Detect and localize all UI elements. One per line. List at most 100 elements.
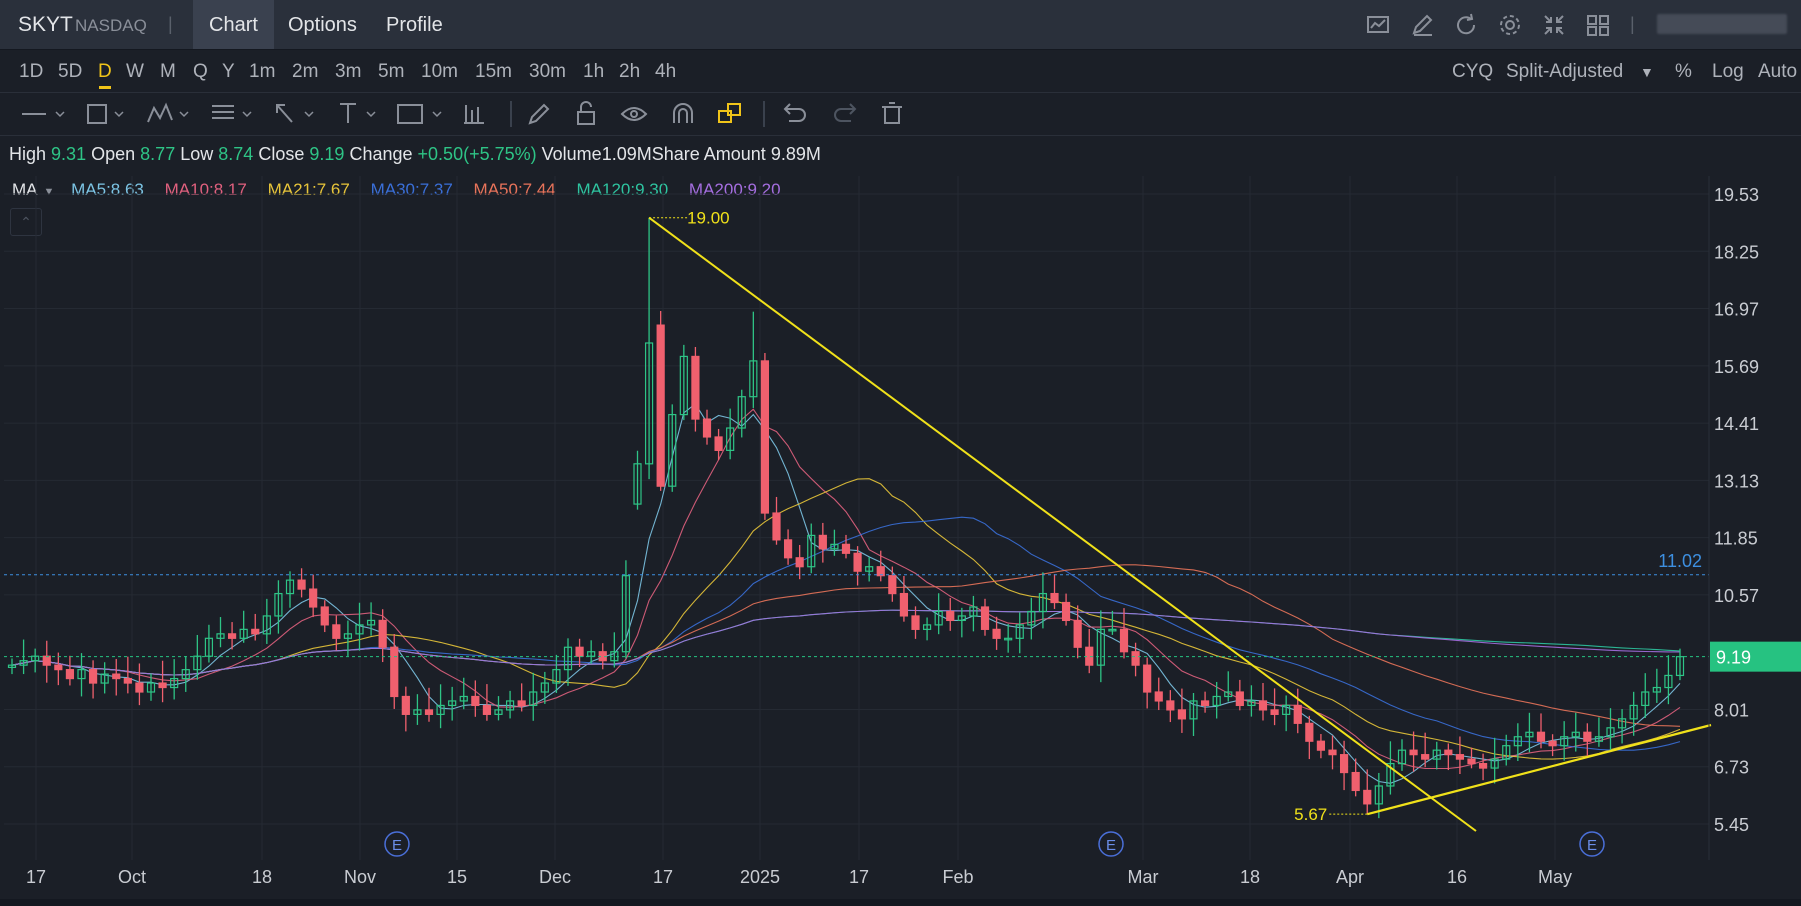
pattern-tool-icon[interactable] bbox=[147, 102, 189, 123]
exchange-label: NASDAQ bbox=[75, 16, 147, 35]
text-tool-icon[interactable] bbox=[397, 104, 442, 124]
measure-tool-icon[interactable] bbox=[340, 103, 376, 123]
ma-chevron-icon[interactable]: ▼ bbox=[44, 186, 55, 198]
grid-layout-icon[interactable] bbox=[1584, 11, 1612, 39]
refresh-icon[interactable] bbox=[1452, 11, 1480, 39]
candle-body bbox=[1594, 736, 1604, 742]
candle-body bbox=[668, 413, 677, 487]
rectangle-tool-icon[interactable] bbox=[87, 104, 124, 124]
y-tick-label: 5.45 bbox=[1714, 815, 1749, 835]
candle-body bbox=[1050, 592, 1059, 604]
candle-body bbox=[366, 619, 376, 626]
candle-body bbox=[656, 324, 665, 487]
draw-icon[interactable] bbox=[1408, 11, 1436, 39]
price-alert-label: 11.02 bbox=[1658, 551, 1702, 571]
tf-3m[interactable]: 3m bbox=[335, 61, 361, 83]
auto-toggle[interactable]: Auto bbox=[1758, 61, 1797, 83]
redo-icon[interactable] bbox=[834, 103, 857, 122]
undo-icon[interactable] bbox=[783, 103, 806, 122]
candle-body bbox=[1513, 736, 1522, 747]
candle-body bbox=[830, 543, 839, 550]
x-tick-label: 17 bbox=[849, 867, 869, 887]
tf-5d[interactable]: 5D bbox=[58, 61, 82, 83]
ma120-line bbox=[11, 609, 1681, 676]
tab-options[interactable]: Options bbox=[272, 0, 373, 49]
candle-body bbox=[633, 463, 642, 505]
tf-4h[interactable]: 4h bbox=[655, 61, 676, 83]
indicator-tool-icon[interactable] bbox=[464, 105, 484, 124]
percent-toggle[interactable]: % bbox=[1675, 61, 1692, 83]
candle-body bbox=[598, 651, 607, 662]
candle-body bbox=[1038, 592, 1048, 613]
link-drawings-icon[interactable] bbox=[718, 103, 741, 123]
tf-5m[interactable]: 5m bbox=[378, 61, 404, 83]
candle-body bbox=[112, 673, 121, 680]
candle-body bbox=[88, 669, 98, 684]
candle-body bbox=[922, 624, 932, 630]
collapse-icon[interactable] bbox=[1540, 11, 1568, 39]
candle-body bbox=[7, 664, 17, 668]
tf-1m[interactable]: 1m bbox=[249, 61, 275, 83]
candle-body bbox=[865, 566, 874, 572]
lock-icon[interactable] bbox=[577, 101, 595, 125]
candle-body bbox=[227, 633, 237, 639]
chart-settings-icon[interactable] bbox=[1364, 11, 1392, 39]
tf-m[interactable]: M bbox=[160, 61, 176, 83]
tf-w[interactable]: W bbox=[126, 61, 144, 83]
cyq-button[interactable]: CYQ bbox=[1452, 61, 1493, 83]
ma-legend: MA ▼ MA5:8.63 MA10:8.17 MA21:7.67 MA30:7.… bbox=[12, 180, 797, 200]
tf-30m[interactable]: 30m bbox=[529, 61, 566, 83]
tf-15m[interactable]: 15m bbox=[475, 61, 512, 83]
candle-body bbox=[749, 360, 758, 398]
change-label: Change bbox=[349, 144, 413, 164]
candle-body bbox=[436, 704, 445, 715]
adjustment-dropdown[interactable]: Split-Adjusted bbox=[1506, 61, 1623, 83]
collapse-legend-button[interactable]: ⌃ bbox=[10, 208, 42, 236]
line-tool-icon[interactable] bbox=[22, 111, 65, 118]
arrow-tool-icon[interactable] bbox=[276, 104, 314, 123]
candle-body bbox=[1212, 695, 1221, 707]
tf-y[interactable]: Y bbox=[222, 61, 235, 83]
candle-body bbox=[309, 588, 318, 608]
magnet-icon[interactable] bbox=[673, 103, 693, 123]
tf-d[interactable]: D bbox=[98, 61, 112, 83]
candle-body bbox=[355, 624, 364, 635]
trash-icon[interactable] bbox=[882, 102, 902, 124]
candle-body bbox=[448, 700, 457, 707]
candle-body bbox=[1235, 691, 1244, 707]
tab-profile[interactable]: Profile bbox=[370, 0, 459, 49]
gear-icon[interactable] bbox=[1496, 11, 1524, 39]
tf-1d[interactable]: 1D bbox=[19, 61, 43, 83]
candle-body bbox=[65, 669, 75, 680]
earnings-marker-label: E bbox=[392, 837, 402, 854]
candle-body bbox=[216, 633, 225, 639]
candle-body bbox=[760, 360, 770, 514]
candle-body bbox=[969, 606, 978, 617]
user-account[interactable] bbox=[1657, 14, 1787, 34]
ma-dropdown[interactable]: MA bbox=[12, 180, 38, 199]
eye-icon[interactable] bbox=[620, 107, 648, 121]
tf-10m[interactable]: 10m bbox=[421, 61, 458, 83]
tf-1h[interactable]: 1h bbox=[583, 61, 604, 83]
open-value: 8.77 bbox=[140, 144, 176, 164]
tf-2h[interactable]: 2h bbox=[619, 61, 640, 83]
chevron-down-icon[interactable]: ▼ bbox=[1640, 64, 1654, 80]
y-tick-label: 10.57 bbox=[1714, 586, 1759, 606]
candle-body bbox=[1328, 749, 1337, 756]
pencil-icon[interactable] bbox=[528, 103, 550, 125]
candle-body bbox=[1409, 749, 1418, 756]
candle-body bbox=[1664, 674, 1673, 689]
candle-body bbox=[691, 355, 700, 420]
fibonacci-tool-icon[interactable] bbox=[212, 105, 252, 119]
tab-chart[interactable]: Chart bbox=[193, 0, 274, 49]
candle-body bbox=[1282, 704, 1291, 715]
candle-body bbox=[563, 646, 573, 671]
tf-2m[interactable]: 2m bbox=[292, 61, 318, 83]
candle-body bbox=[1606, 727, 1615, 738]
candle-body bbox=[911, 615, 920, 630]
log-toggle[interactable]: Log bbox=[1712, 61, 1744, 83]
candle-body bbox=[1675, 656, 1685, 677]
ticker-symbol: SKYT bbox=[18, 13, 73, 36]
tf-q[interactable]: Q bbox=[193, 61, 208, 83]
candle-body bbox=[390, 646, 399, 698]
